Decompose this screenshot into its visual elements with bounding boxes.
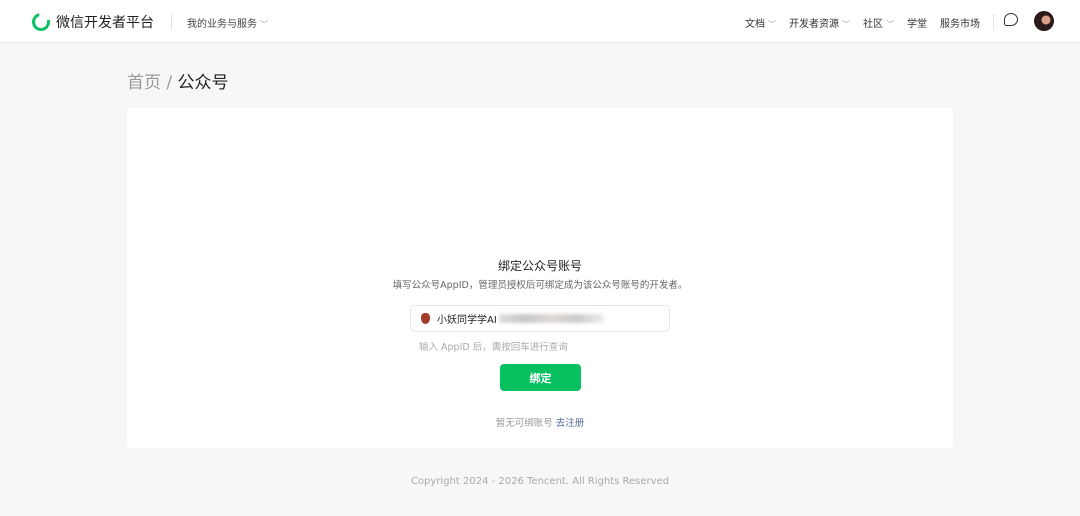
business-menu[interactable]: 我的业务与服务 ﹀ [187, 15, 268, 30]
nav-docs[interactable]: 文档 ﹀ [745, 15, 776, 30]
nav-service-market[interactable]: 服务市场 [940, 15, 980, 30]
nav-community[interactable]: 社区 ﹀ [863, 15, 894, 30]
footer-copyright: Copyright 2024 - 2026 Tencent. All Right… [410, 476, 670, 487]
breadcrumb: 首页 / 公众号 [127, 68, 229, 93]
breadcrumb-home[interactable]: 首页 [127, 73, 161, 93]
chevron-down-icon: ﹀ [886, 20, 894, 29]
account-name: 小妖同学学AI [437, 315, 497, 326]
logo[interactable]: 微信开发者平台 [28, 9, 154, 35]
bind-button[interactable]: 绑定 [500, 364, 581, 391]
logo-text: 微信开发者平台 [56, 15, 154, 31]
chevron-down-icon: ﹀ [768, 20, 776, 29]
user-avatar[interactable] [1034, 11, 1054, 31]
bind-description: 填写公众号AppID，管理员授权后可绑定成为该公众号账号的开发者。 [392, 280, 688, 291]
top-header: 微信开发者平台 我的业务与服务 ﹀ 文档 ﹀ 开发者资源 ﹀ 社区 ﹀ 学堂 服务市场 [0, 0, 1080, 43]
divider [993, 14, 994, 30]
nav-dev-resources[interactable]: 开发者资源 ﹀ [789, 15, 850, 30]
bind-title: 绑定公众号账号 [497, 259, 582, 273]
wechat-logo-icon [28, 9, 54, 35]
account-avatar-icon [421, 313, 430, 324]
chevron-down-icon: ﹀ [260, 20, 268, 29]
bind-card: 绑定公众号账号 填写公众号AppID，管理员授权后可绑定成为该公众号账号的开发者… [127, 108, 953, 448]
nav-academy[interactable]: 学堂 [907, 15, 927, 30]
appid-input[interactable]: 小妖同学学AI [410, 305, 670, 332]
no-account-text: 暂无可绑账号 去注册 [127, 415, 953, 429]
breadcrumb-current: 公众号 [177, 73, 229, 93]
appid-hint: 输入 AppID 后，需按回车进行查询 [419, 342, 568, 353]
blurred-appid [498, 314, 604, 323]
register-link[interactable]: 去注册 [556, 418, 585, 429]
breadcrumb-separator: / [166, 73, 173, 93]
divider [171, 14, 172, 30]
message-icon[interactable] [1004, 13, 1018, 26]
chevron-down-icon: ﹀ [842, 20, 850, 29]
business-menu-label: 我的业务与服务 [187, 19, 257, 30]
no-account-label: 暂无可绑账号 [495, 418, 553, 429]
top-nav: 文档 ﹀ 开发者资源 ﹀ 社区 ﹀ 学堂 服务市场 [745, 15, 980, 30]
